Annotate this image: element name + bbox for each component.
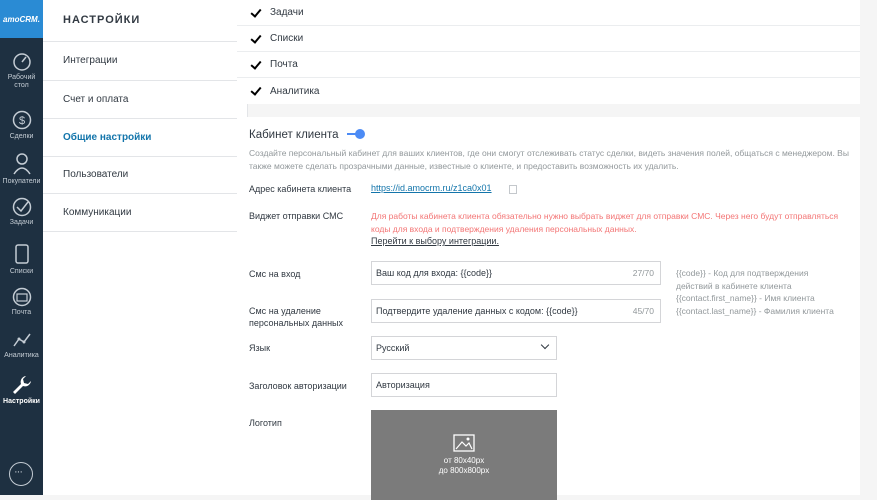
app-sidebar: amoCRM. Рабочий стол $ Сделки Покупатели…	[0, 0, 43, 495]
sms-delete-label: Смс на удаление персональных данных	[249, 306, 344, 328]
mail-icon	[12, 287, 31, 307]
checkbox-mail-label: Почта	[270, 59, 298, 70]
analytics-icon	[12, 333, 31, 347]
nav-mail-label: Почта	[11, 309, 32, 316]
sms-login-counter: 27/70	[632, 268, 654, 278]
nav-deals-label: Сделки	[9, 133, 34, 140]
checkbox-tasks-label: Задачи	[270, 7, 304, 18]
nav-lists[interactable]: Списки	[0, 240, 43, 286]
checkbox-row-lists[interactable]: Списки	[237, 26, 860, 52]
svg-text:$: $	[18, 115, 24, 127]
sms-delete-value: Подтвердите удаление данных с кодом: {{c…	[376, 306, 578, 316]
lists-icon	[14, 244, 29, 264]
auth-header-value: Авторизация	[376, 380, 430, 390]
chevron-down-icon	[540, 340, 550, 350]
language-value: Русский	[376, 343, 410, 353]
checkbox-analytics[interactable]	[250, 85, 262, 97]
checkbox-row-analytics[interactable]: Аналитика	[237, 78, 860, 104]
nav-settings-label: Настройки	[3, 398, 40, 405]
dashboard-icon	[12, 53, 31, 71]
sms-variables-hint: {{code}} - Код для подтверждения действи…	[676, 268, 834, 316]
menu-item-communications[interactable]: Коммуникации	[43, 194, 247, 232]
auth-header-input[interactable]: Авторизация	[371, 373, 557, 397]
choose-integration-link[interactable]: Перейти к выбору интеграции.	[371, 236, 499, 246]
logo-hint-min: от 80x40px	[443, 456, 485, 465]
settings-menu-title: НАСТРОЙКИ	[43, 0, 247, 42]
nav-settings[interactable]: Настройки	[0, 372, 43, 418]
tasks-icon	[12, 197, 31, 217]
client-cabinet-card: Кабинет клиента Создайте персональный ка…	[237, 117, 860, 500]
scrollbar[interactable]	[869, 0, 877, 495]
nav-customers-label: Покупатели	[2, 178, 41, 185]
wrench-icon	[12, 376, 31, 394]
image-icon	[453, 434, 475, 452]
sms-login-input[interactable]: Ваш код для входа: {{code}} 27/70	[371, 261, 661, 285]
menu-item-users[interactable]: Пользователи	[43, 157, 247, 194]
access-checkbox-card: Задачи Списки Почта Аналитика	[237, 0, 860, 104]
sms-delete-input[interactable]: Подтвердите удаление данных с кодом: {{c…	[371, 299, 661, 323]
cabinet-address-link[interactable]: https://id.amocrm.ru/z1ca0x01	[371, 183, 492, 193]
nav-analytics-label: Аналитика	[4, 352, 39, 359]
app-logo[interactable]: amoCRM.	[0, 0, 43, 38]
checkbox-lists-label: Списки	[270, 33, 304, 44]
nav-analytics[interactable]: Аналитика	[0, 328, 43, 374]
checkbox-analytics-label: Аналитика	[270, 85, 320, 97]
checkbox-lists[interactable]	[250, 33, 262, 45]
cabinet-toggle[interactable]	[347, 129, 365, 139]
customers-icon	[12, 153, 31, 175]
language-select[interactable]: Русский	[371, 336, 557, 360]
address-label: Адрес кабинета клиента	[249, 184, 352, 194]
sms-widget-warning: Для работы кабинета клиента обязательно …	[371, 211, 839, 234]
cabinet-title: Кабинет клиента	[249, 129, 339, 141]
dollar-icon: $	[12, 110, 31, 130]
main-content: Задачи Списки Почта Аналитика Кабинет кл…	[237, 0, 860, 500]
logo-label: Логотип	[249, 418, 282, 428]
language-label: Язык	[249, 343, 271, 353]
logo-hint-max: до 800x800px	[438, 466, 490, 475]
nav-customers[interactable]: Покупатели	[0, 150, 43, 196]
sms-delete-counter: 45/70	[632, 306, 654, 316]
nav-mail[interactable]: Почта	[0, 285, 43, 331]
settings-menu: НАСТРОЙКИ Интеграции Счет и оплата Общие…	[43, 0, 248, 495]
checkbox-tasks[interactable]	[250, 7, 262, 19]
logo-upload[interactable]: от 80x40px до 800x800px	[371, 410, 557, 500]
menu-item-general-settings[interactable]: Общие настройки	[43, 119, 247, 157]
nav-dashboard[interactable]: Рабочий стол	[0, 50, 43, 96]
cabinet-description: Создайте персональный кабинет для ваших …	[249, 148, 849, 171]
checkbox-row-mail[interactable]: Почта	[237, 52, 860, 78]
copy-icon[interactable]	[509, 185, 517, 194]
nav-dashboard-label: Рабочий стол	[7, 74, 36, 89]
nav-deals[interactable]: $ Сделки	[0, 107, 43, 153]
nav-lists-label: Списки	[9, 268, 34, 275]
sms-widget-label: Виджет отправки СМС	[249, 211, 344, 221]
sms-login-label: Смс на вход	[249, 269, 301, 279]
checkbox-row-tasks[interactable]: Задачи	[237, 0, 860, 26]
checkbox-mail[interactable]	[250, 59, 262, 71]
nav-tasks-label: Задачи	[9, 219, 34, 226]
menu-item-billing[interactable]: Счет и оплата	[43, 81, 247, 119]
menu-item-integrations[interactable]: Интеграции	[43, 42, 247, 81]
nav-tasks[interactable]: Задачи	[0, 195, 43, 241]
chat-icon[interactable]	[9, 462, 33, 486]
auth-header-label: Заголовок авторизации	[249, 381, 347, 391]
sms-login-value: Ваш код для входа: {{code}}	[376, 268, 492, 278]
